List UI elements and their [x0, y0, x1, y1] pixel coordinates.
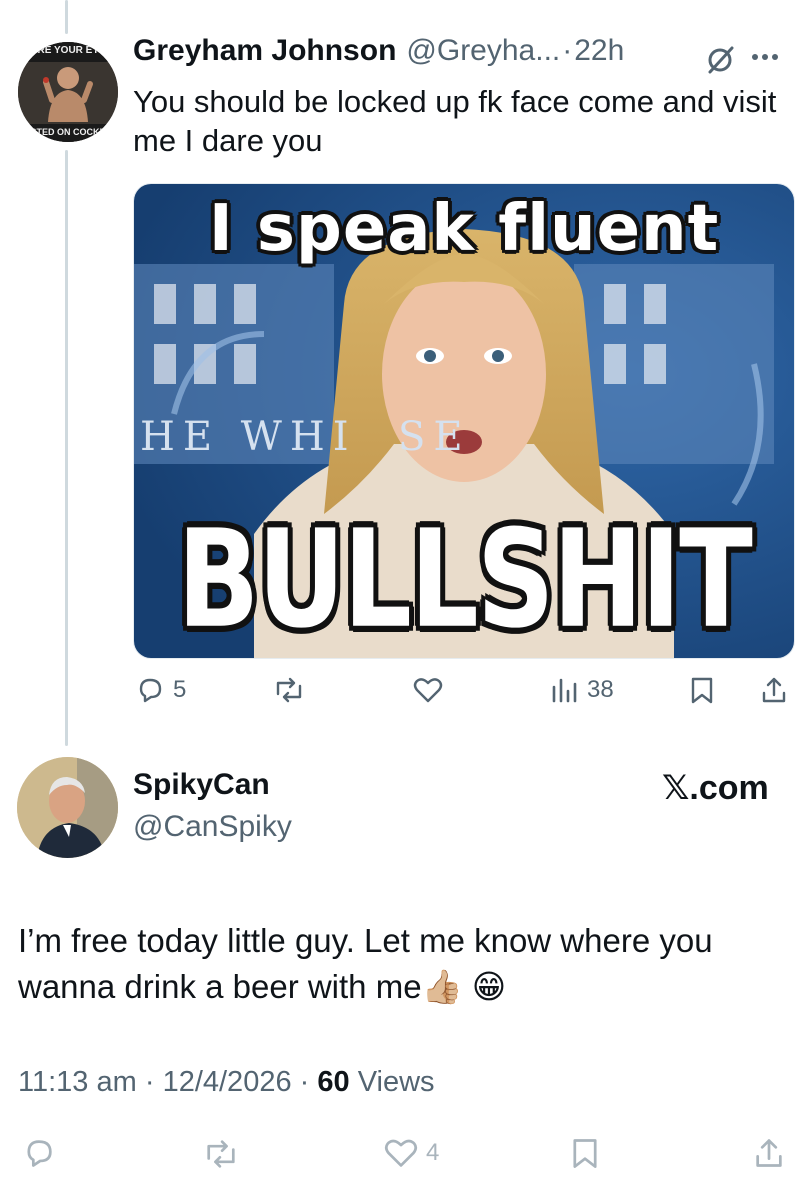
reply-count: 5 — [173, 676, 187, 703]
more-options-icon[interactable] — [748, 42, 782, 77]
main-like-button[interactable]: 4 — [384, 1137, 439, 1169]
main-retweet-button[interactable] — [202, 1138, 240, 1170]
retweet-button[interactable] — [272, 676, 306, 704]
reply-time-ago[interactable]: 22h — [574, 34, 624, 68]
meme-image[interactable]: HE WHI SE I speak fluent BULLSHIT — [133, 183, 795, 659]
grok-icon[interactable] — [704, 42, 738, 81]
retweet-icon — [276, 677, 302, 703]
main-display-name[interactable]: SpikyCan — [133, 768, 270, 802]
main-handle[interactable]: @CanSpiky — [133, 810, 292, 844]
main-bookmark-button[interactable] — [570, 1136, 600, 1170]
avatar-text-top: ARE YOUR EYE — [30, 45, 106, 56]
heart-icon — [413, 678, 443, 703]
views-label: Views — [349, 1066, 435, 1098]
meme-bottom-caption: BULLSHIT — [177, 502, 753, 659]
timestamp-separator-2: · — [299, 1066, 310, 1098]
tweet-time[interactable]: 11:13 am — [18, 1066, 137, 1098]
timestamp-row: 11:13 am · 12/4/2026 · 60 Views — [18, 1066, 435, 1099]
views-button[interactable]: 38 — [549, 675, 614, 705]
comment-icon — [139, 678, 162, 703]
bookmark-icon — [691, 677, 713, 704]
main-share-button[interactable] — [752, 1136, 786, 1170]
reply-header-separator: · — [562, 34, 573, 67]
comment-icon — [27, 1140, 52, 1167]
timestamp-separator-1: · — [144, 1066, 155, 1098]
reply-handle[interactable]: @Greyha... — [406, 34, 560, 68]
spikycan-avatar[interactable] — [17, 757, 118, 858]
main-like-count: 4 — [426, 1139, 440, 1166]
views-chart-icon — [552, 678, 577, 703]
heart-icon — [384, 1139, 418, 1167]
greyham-avatar[interactable]: ARE YOUR EYE RTED ON COCKN — [18, 42, 118, 142]
share-icon — [756, 1139, 782, 1167]
tweet-date[interactable]: 12/4/2026 — [163, 1066, 292, 1098]
bookmark-icon — [573, 1139, 597, 1168]
reply-button[interactable]: 5 — [135, 675, 186, 705]
like-button[interactable] — [413, 676, 443, 704]
reply-tweet-text: You should be locked up fk face come and… — [133, 84, 777, 158]
reply-display-name[interactable]: Greyham Johnson — [133, 34, 396, 68]
views-count-main: 60 — [317, 1066, 350, 1098]
bookmark-button[interactable] — [689, 675, 715, 705]
retweet-icon — [207, 1140, 235, 1168]
main-reply-button[interactable] — [22, 1136, 56, 1170]
main-tweet-text: I’m free today little guy. Let me know w… — [18, 922, 713, 1005]
meme-top-caption: I speak fluent — [208, 192, 720, 266]
reply-header: Greyham Johnson @Greyha... · 22h — [133, 34, 624, 68]
thread-line-top — [65, 0, 68, 34]
share-button[interactable] — [759, 675, 789, 705]
avatar-text-bottom: RTED ON COCKN — [30, 127, 106, 137]
share-icon — [762, 677, 786, 703]
x-com-brand[interactable]: 𝕏.com — [662, 768, 769, 808]
thread-line-reply — [65, 150, 68, 746]
meme-background-text: HE WHI SE — [140, 414, 471, 460]
views-count: 38 — [587, 676, 614, 703]
